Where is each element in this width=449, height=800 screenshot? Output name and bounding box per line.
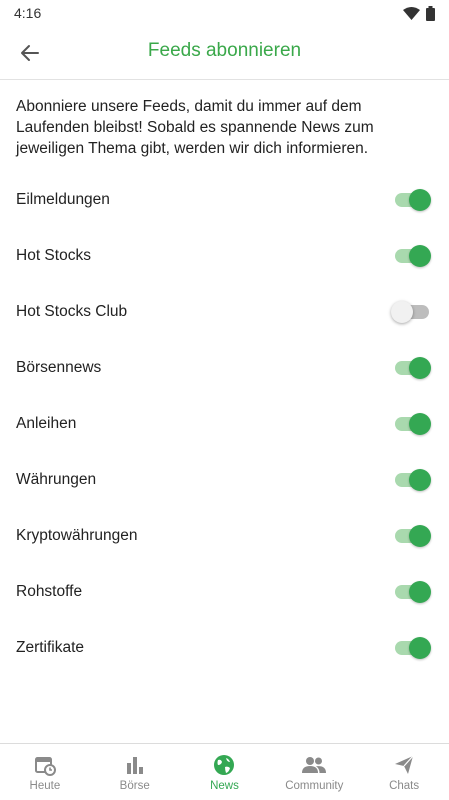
nav-label: Börse bbox=[119, 779, 150, 792]
globe-icon bbox=[212, 753, 236, 777]
app-bar: Feeds abonnieren bbox=[0, 26, 449, 80]
feed-row: Währungen bbox=[0, 452, 449, 508]
feed-label: Hot Stocks Club bbox=[16, 303, 128, 320]
feed-row: Börsennews bbox=[0, 340, 449, 396]
intro-text: Abonniere unsere Feeds, damit du immer a… bbox=[16, 98, 374, 157]
feed-label: Währungen bbox=[16, 471, 97, 488]
toggle-thumb bbox=[409, 189, 431, 211]
calendar-clock-icon bbox=[33, 753, 57, 777]
toggle-thumb bbox=[409, 525, 431, 547]
feed-label: Anleihen bbox=[16, 415, 77, 432]
feed-list: Eilmeldungen Hot Stocks Hot Stocks Club Bör… bbox=[0, 172, 449, 676]
nav-label: Community bbox=[285, 779, 344, 792]
nav-item-news[interactable]: News bbox=[180, 744, 270, 800]
nav-item-chats[interactable]: Chats bbox=[359, 744, 449, 800]
toggle-thumb bbox=[409, 469, 431, 491]
feed-toggle[interactable] bbox=[395, 636, 431, 660]
toggle-thumb bbox=[391, 301, 413, 323]
feed-toggle[interactable] bbox=[395, 412, 431, 436]
feed-toggle[interactable] bbox=[395, 188, 431, 212]
feed-toggle[interactable] bbox=[395, 580, 431, 604]
nav-item-heute[interactable]: Heute bbox=[0, 744, 90, 800]
feed-label: Börsennews bbox=[16, 359, 102, 376]
feed-row: Kryptowährungen bbox=[0, 508, 449, 564]
toggle-thumb bbox=[409, 413, 431, 435]
feed-toggle[interactable] bbox=[395, 468, 431, 492]
feed-label: Rohstoffe bbox=[16, 583, 83, 600]
status-bar: 4:16 bbox=[0, 0, 449, 26]
feed-label: Zertifikate bbox=[16, 639, 85, 656]
feed-row: Rohstoffe bbox=[0, 564, 449, 620]
nav-item-börse[interactable]: Börse bbox=[90, 744, 180, 800]
feed-row: Eilmeldungen bbox=[0, 172, 449, 228]
bar-chart-icon bbox=[123, 753, 147, 777]
toggle-thumb bbox=[409, 357, 431, 379]
feed-row: Hot Stocks bbox=[0, 228, 449, 284]
feed-row: Anleihen bbox=[0, 396, 449, 452]
people-icon bbox=[302, 753, 327, 777]
feed-toggle[interactable] bbox=[395, 244, 431, 268]
feed-toggle[interactable] bbox=[395, 524, 431, 548]
feed-row: Zertifikate bbox=[0, 620, 449, 676]
nav-item-community[interactable]: Community bbox=[269, 744, 359, 800]
nav-label: Chats bbox=[389, 779, 420, 792]
toggle-thumb bbox=[409, 581, 431, 603]
battery-icon bbox=[426, 5, 435, 21]
feed-label: Kryptowährungen bbox=[16, 527, 138, 544]
toggle-thumb bbox=[409, 637, 431, 659]
feed-label: Eilmeldungen bbox=[16, 191, 110, 208]
feed-label: Hot Stocks bbox=[16, 247, 91, 264]
feed-toggle[interactable] bbox=[395, 356, 431, 380]
feed-row: Hot Stocks Club bbox=[0, 284, 449, 340]
status-icons bbox=[403, 5, 435, 21]
bottom-nav: Heute Börse News Community Chats bbox=[0, 743, 449, 800]
send-icon bbox=[392, 753, 416, 777]
nav-label: News bbox=[210, 779, 239, 792]
toggle-thumb bbox=[409, 245, 431, 267]
feed-toggle[interactable] bbox=[391, 300, 431, 324]
wifi-icon bbox=[403, 6, 420, 20]
nav-label: Heute bbox=[29, 779, 61, 792]
status-time: 4:16 bbox=[14, 5, 42, 21]
page-title: Feeds abonnieren bbox=[147, 40, 302, 61]
